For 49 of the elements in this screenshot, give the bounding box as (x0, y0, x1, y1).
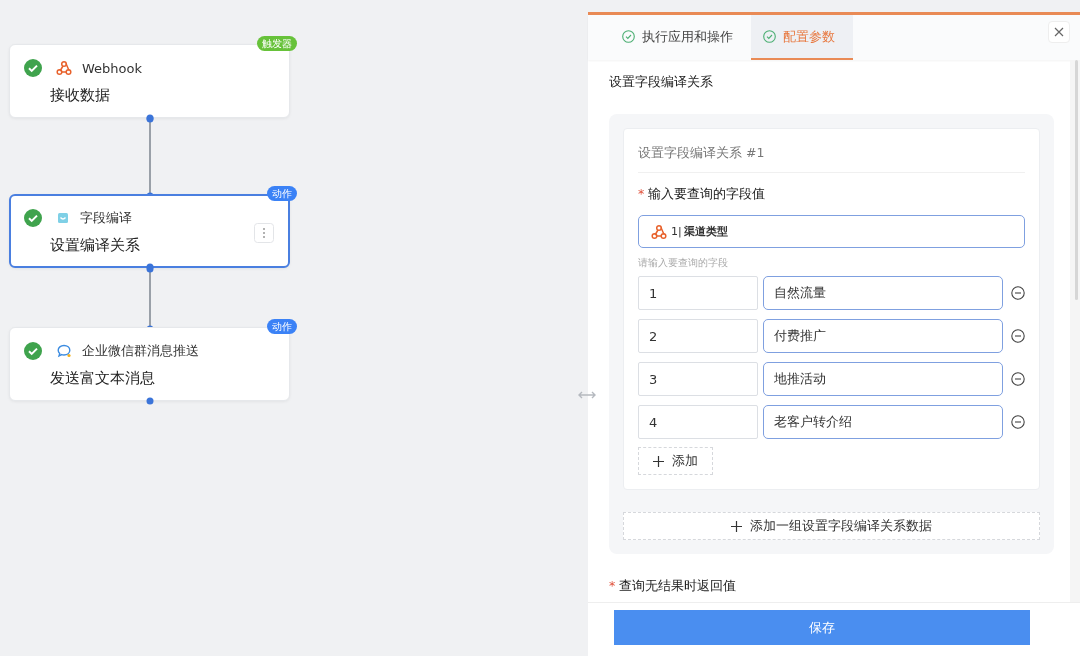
node-badge: 触发器 (257, 36, 297, 51)
node-badge: 动作 (267, 319, 297, 334)
add-button[interactable]: 添加 (638, 447, 713, 475)
close-button[interactable] (1048, 21, 1070, 43)
node-title: 发送富文本消息 (50, 369, 156, 388)
node-title: 设置编译关系 (50, 236, 141, 255)
value-input[interactable]: 自然流量 (763, 276, 1003, 310)
check-circle-icon (24, 59, 42, 77)
remove-icon[interactable] (1011, 372, 1025, 386)
key-input[interactable]: 4 (638, 405, 758, 439)
check-circle-icon (24, 209, 42, 227)
key-input[interactable]: 2 (638, 319, 758, 353)
add-group-button[interactable]: 添加一组设置字段编译关系数据 (623, 512, 1040, 540)
node-badge: 动作 (267, 186, 297, 201)
scrollbar[interactable] (1070, 60, 1080, 602)
webhook-icon (56, 60, 72, 76)
close-icon (1054, 27, 1064, 37)
node-title: 接收数据 (50, 86, 111, 105)
tab[interactable]: 执行应用和操作 (610, 15, 751, 60)
required-mark: * (609, 578, 616, 595)
required-mark: * (638, 186, 645, 203)
mapping-hint: 请输入要查询的字段 (638, 256, 729, 270)
value-input[interactable]: 付费推广 (763, 319, 1003, 353)
value-input[interactable]: 地推活动 (763, 362, 1003, 396)
chat-icon (56, 343, 72, 359)
section-title: 设置字段编译关系 (609, 74, 714, 91)
key-input[interactable]: 3 (638, 362, 758, 396)
card-title: 设置字段编译关系 #1 (638, 145, 1025, 173)
check-circle-icon (763, 30, 776, 43)
field-label: 输入要查询的字段值 (648, 186, 766, 203)
webhook-icon (651, 223, 667, 240)
field-label: 查询无结果时返回值 (619, 578, 737, 595)
node-app-name: 企业微信群消息推送 (82, 342, 199, 360)
node-app-name: Webhook (82, 60, 143, 76)
translate-icon (56, 211, 70, 225)
value-input[interactable]: 老客户转介绍 (763, 405, 1003, 439)
field-value-input[interactable]: 1| 渠道类型 (638, 215, 1025, 248)
field-token-label: 渠道类型 (683, 224, 728, 239)
key-input[interactable]: 1 (638, 276, 758, 310)
check-circle-icon (24, 342, 42, 360)
remove-icon[interactable] (1011, 415, 1025, 429)
remove-icon[interactable] (1011, 329, 1025, 343)
remove-icon[interactable] (1011, 286, 1025, 300)
plus-icon (731, 520, 742, 532)
check-circle-icon (622, 30, 635, 43)
connector-dot (146, 397, 154, 405)
node-app-name: 字段编译 (80, 209, 132, 227)
plus-icon (653, 455, 664, 467)
field-token: 1| (671, 225, 682, 238)
